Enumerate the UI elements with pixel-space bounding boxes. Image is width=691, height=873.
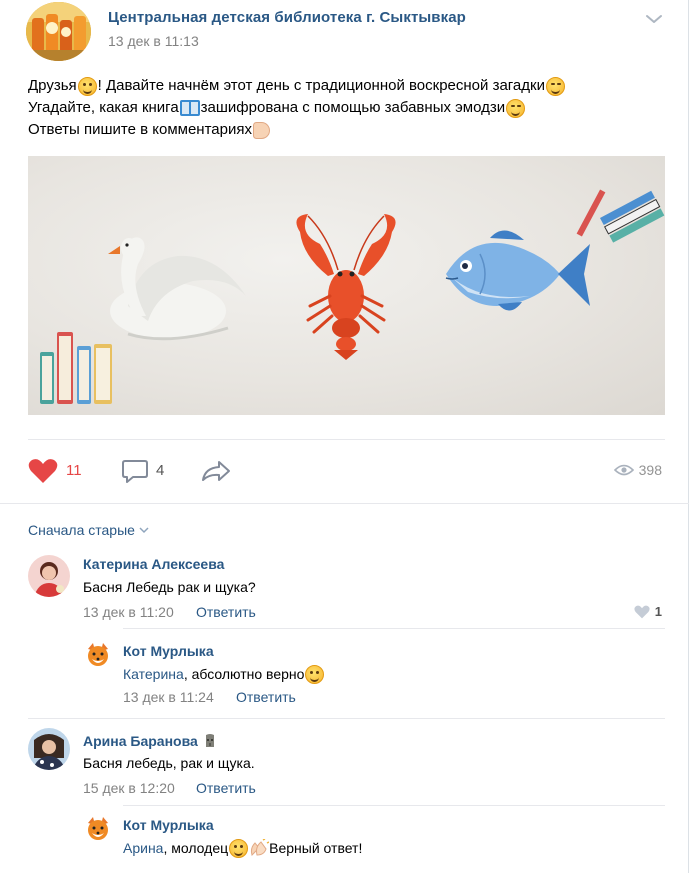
- lobster-icon: [296, 214, 396, 360]
- reply-mention-link[interactable]: Катерина: [123, 666, 184, 682]
- divider: [28, 439, 665, 440]
- reply-date[interactable]: 13 дек в 11:24: [123, 689, 214, 705]
- reply-button[interactable]: Ответить: [196, 604, 256, 620]
- views-count: 398: [638, 462, 662, 478]
- avatar[interactable]: [83, 641, 113, 671]
- divider: [28, 718, 665, 719]
- comment-like-button[interactable]: 1: [634, 604, 662, 619]
- reply-text-body: , абсолютно верно: [183, 666, 305, 682]
- reply-text-body: , молодец: [163, 840, 229, 856]
- like-count[interactable]: 11: [66, 462, 82, 479]
- wink-emoji-icon: [506, 98, 526, 118]
- comment-author[interactable]: Катерина Алексеева: [83, 556, 224, 572]
- comment-author-name: Арина Баранова: [83, 733, 198, 749]
- reply-author[interactable]: Кот Мурлыка: [123, 643, 214, 659]
- reply-button[interactable]: Ответить: [236, 689, 296, 705]
- fish-icon: [445, 230, 590, 311]
- comment-date[interactable]: 15 дек в 12:20: [83, 780, 175, 796]
- clapping-hands-emoji-icon: [251, 839, 270, 856]
- comment-count[interactable]: 4: [156, 462, 164, 479]
- reply-mention-link[interactable]: Арина: [123, 840, 163, 856]
- post-text-line-3: Ответы пишите в комментариях: [28, 121, 252, 138]
- comment-author[interactable]: Арина Баранова: [83, 733, 216, 749]
- books-icon: [40, 332, 112, 404]
- comments-sort-dropdown[interactable]: Сначала старые: [28, 522, 149, 538]
- avatar[interactable]: [28, 728, 70, 770]
- post-date[interactable]: 13 дек в 11:13: [108, 33, 199, 49]
- post-text-line-2-start: Угадайте, какая книга: [28, 99, 179, 116]
- pencils-icon: [576, 189, 665, 243]
- post-text-line-1-start: Друзья: [28, 77, 77, 94]
- post-text-line-2-end: зашифрована с помощью забавных эмодзи: [200, 99, 506, 116]
- heart-icon: [634, 605, 650, 618]
- views-counter: 398: [613, 462, 662, 478]
- comment-text: Басня Лебедь рак и щука?: [83, 579, 256, 595]
- swan-icon: [108, 237, 246, 341]
- smile-emoji-icon: [305, 664, 325, 684]
- reply-text: Арина , молодец Верный ответ!: [123, 838, 362, 858]
- group-avatar[interactable]: [26, 2, 91, 61]
- reply-author[interactable]: Кот Мурлыка: [123, 817, 214, 833]
- comment-icon[interactable]: [121, 458, 149, 484]
- smile-emoji-icon: [229, 838, 249, 858]
- comment-like-count: 1: [654, 604, 662, 619]
- open-book-emoji-icon: [179, 100, 200, 116]
- comments-sort-label: Сначала старые: [28, 522, 135, 538]
- avatar[interactable]: [83, 815, 113, 845]
- comment-date[interactable]: 13 дек в 11:20: [83, 604, 174, 620]
- divider: [123, 805, 665, 806]
- eye-icon: [613, 464, 634, 476]
- post-image[interactable]: [28, 156, 665, 415]
- pointing-down-emoji-icon: [252, 121, 270, 139]
- comment-text: Басня лебедь, рак и щука.: [83, 755, 255, 771]
- avatar[interactable]: [28, 555, 70, 597]
- chevron-down-icon: [139, 527, 149, 534]
- heart-icon: [28, 459, 58, 483]
- like-button[interactable]: [28, 458, 58, 484]
- reply-text-tail: Верный ответ!: [269, 840, 363, 856]
- post-text-line-1-end: ! Давайте начнём этот день с традиционно…: [97, 77, 545, 94]
- smile-emoji-icon: [77, 76, 97, 96]
- post-card: Центральная детская библиотека г. Сыктыв…: [0, 0, 689, 873]
- wink-emoji-icon: [545, 76, 565, 96]
- divider: [0, 503, 689, 504]
- post-text: Друзья ! Давайте начнём этот день с трад…: [28, 75, 566, 141]
- group-name[interactable]: Центральная детская библиотека г. Сыктыв…: [108, 9, 466, 26]
- moai-emoji-icon: [205, 734, 214, 747]
- share-icon[interactable]: [201, 458, 231, 484]
- reply-button[interactable]: Ответить: [196, 780, 256, 796]
- reply-text: Катерина , абсолютно верно: [123, 664, 325, 684]
- chevron-down-icon[interactable]: [644, 12, 664, 26]
- divider: [123, 628, 665, 629]
